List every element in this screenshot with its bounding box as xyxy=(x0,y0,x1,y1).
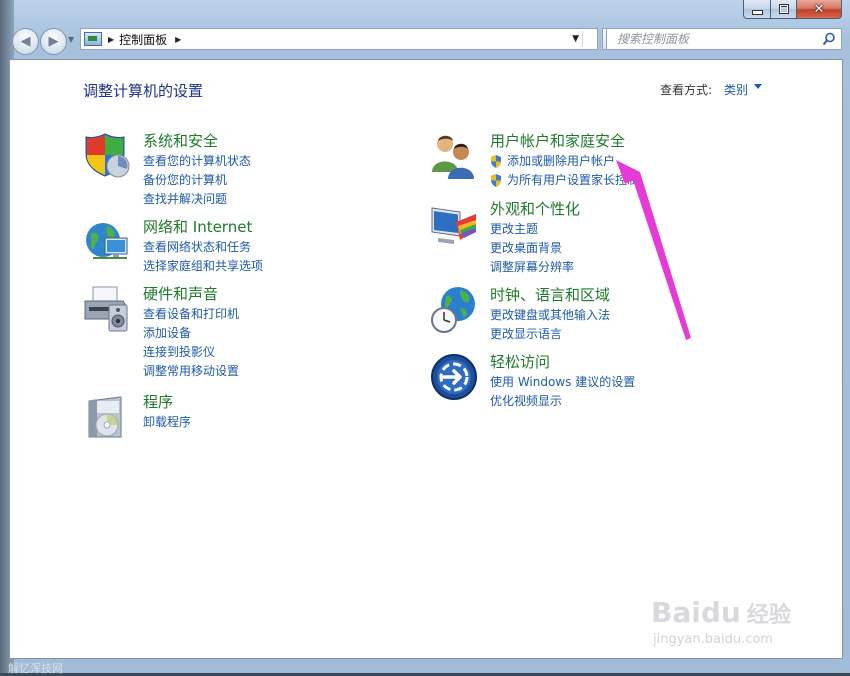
watermark: Baidu 经验 jingyan.baidu.com xyxy=(651,596,791,647)
recent-pages-dropdown-icon[interactable]: ▼ xyxy=(68,35,74,44)
category-title[interactable]: 外观和个性化 xyxy=(490,198,580,219)
ease-of-access-icon[interactable] xyxy=(430,353,478,401)
watermark-logo: Baidu xyxy=(651,596,741,629)
search-input[interactable] xyxy=(615,31,819,47)
search-box[interactable] xyxy=(606,28,842,50)
view-by-label: 查看方式: xyxy=(659,83,712,97)
forward-button[interactable]: ▶ xyxy=(40,28,67,55)
close-icon: ✕ xyxy=(813,1,825,17)
maximize-button[interactable] xyxy=(771,0,797,19)
watermark-brand: 经验 xyxy=(746,603,791,628)
users-icon[interactable] xyxy=(430,132,478,180)
link-add-device[interactable]: 添加设备 xyxy=(143,324,239,343)
category-title[interactable]: 系统和安全 xyxy=(143,130,218,151)
watermark-url: jingyan.baidu.com xyxy=(653,632,773,647)
uac-shield-icon xyxy=(491,155,501,168)
link-keyboard-input[interactable]: 更改键盘或其他输入法 xyxy=(490,306,610,325)
link-windows-suggested-settings[interactable]: 使用 Windows 建议的设置 xyxy=(490,373,635,392)
address-divider xyxy=(582,31,583,47)
caption-buttons: ✕ xyxy=(743,0,842,19)
back-button[interactable]: ◀ xyxy=(12,28,39,55)
link-connect-projector[interactable]: 连接到投影仪 xyxy=(143,343,239,362)
link-screen-resolution[interactable]: 调整屏幕分辨率 xyxy=(490,258,574,277)
uac-shield-icon xyxy=(491,174,501,187)
minimize-button[interactable] xyxy=(743,0,771,19)
printer-icon[interactable] xyxy=(83,285,131,333)
page-title: 调整计算机的设置 xyxy=(83,82,204,100)
link-troubleshoot[interactable]: 查找并解决问题 xyxy=(143,190,251,209)
link-label: 为所有用户设置家长控制 xyxy=(507,173,640,187)
link-display-language[interactable]: 更改显示语言 xyxy=(490,325,610,344)
taskbar-text-fragment: 解忆浑技网 xyxy=(8,662,63,675)
category-title[interactable]: 时钟、语言和区域 xyxy=(490,284,610,305)
category-title[interactable]: 网络和 Internet xyxy=(143,216,252,237)
link-view-computer-status[interactable]: 查看您的计算机状态 xyxy=(143,152,251,171)
search-icon[interactable] xyxy=(822,32,836,46)
link-uninstall-program[interactable]: 卸载程序 xyxy=(143,413,191,432)
link-parental-controls[interactable]: 为所有用户设置家长控制 xyxy=(490,171,639,190)
minimize-icon xyxy=(751,9,763,15)
breadcrumb-separator-icon[interactable]: ▶ xyxy=(108,35,114,44)
network-globe-icon[interactable] xyxy=(83,218,131,266)
link-devices-printers[interactable]: 查看设备和打印机 xyxy=(143,305,239,324)
shield-icon[interactable] xyxy=(83,132,131,180)
view-by-value[interactable]: 类别 xyxy=(724,81,748,98)
control-panel-icon xyxy=(84,32,102,46)
category-title[interactable]: 用户帐户和家庭安全 xyxy=(490,130,625,151)
link-homegroup-sharing[interactable]: 选择家庭组和共享选项 xyxy=(143,257,263,276)
link-add-remove-accounts[interactable]: 添加或删除用户帐户 xyxy=(490,152,639,171)
link-label: 添加或删除用户帐户 xyxy=(507,154,616,168)
forward-arrow-icon: ▶ xyxy=(48,34,59,49)
breadcrumb-control-panel[interactable]: 控制面板 xyxy=(119,31,167,48)
control-panel-content: 调整计算机的设置 查看方式: 类别 系统和安全 查看您的计算机状态 备份您的计算… xyxy=(9,59,843,659)
link-network-status[interactable]: 查看网络状态和任务 xyxy=(143,238,263,257)
navigation-bar: ◀ ▶ ▼ ▶ 控制面板 ▶ ▼ ↻ xyxy=(10,26,842,55)
view-by-dropdown-icon[interactable] xyxy=(754,84,762,89)
link-backup-computer[interactable]: 备份您的计算机 xyxy=(143,171,251,190)
maximize-icon xyxy=(778,4,789,14)
address-bar[interactable]: ▶ 控制面板 ▶ ▼ xyxy=(80,28,598,50)
close-button[interactable]: ✕ xyxy=(797,0,842,19)
link-desktop-background[interactable]: 更改桌面背景 xyxy=(490,239,574,258)
breadcrumb-separator-icon[interactable]: ▶ xyxy=(175,35,181,44)
category-title[interactable]: 轻松访问 xyxy=(490,351,550,372)
appearance-monitor-icon[interactable] xyxy=(430,200,478,248)
link-change-theme[interactable]: 更改主题 xyxy=(490,220,574,239)
category-title[interactable]: 程序 xyxy=(143,391,173,412)
link-optimize-video-display[interactable]: 优化视频显示 xyxy=(490,392,635,411)
programs-disc-icon[interactable] xyxy=(83,393,131,441)
back-arrow-icon: ◀ xyxy=(20,34,31,49)
link-mobility-settings[interactable]: 调整常用移动设置 xyxy=(143,362,239,381)
address-history-dropdown-icon[interactable]: ▼ xyxy=(572,34,579,44)
clock-globe-icon[interactable] xyxy=(430,286,478,334)
category-title[interactable]: 硬件和声音 xyxy=(143,283,218,304)
